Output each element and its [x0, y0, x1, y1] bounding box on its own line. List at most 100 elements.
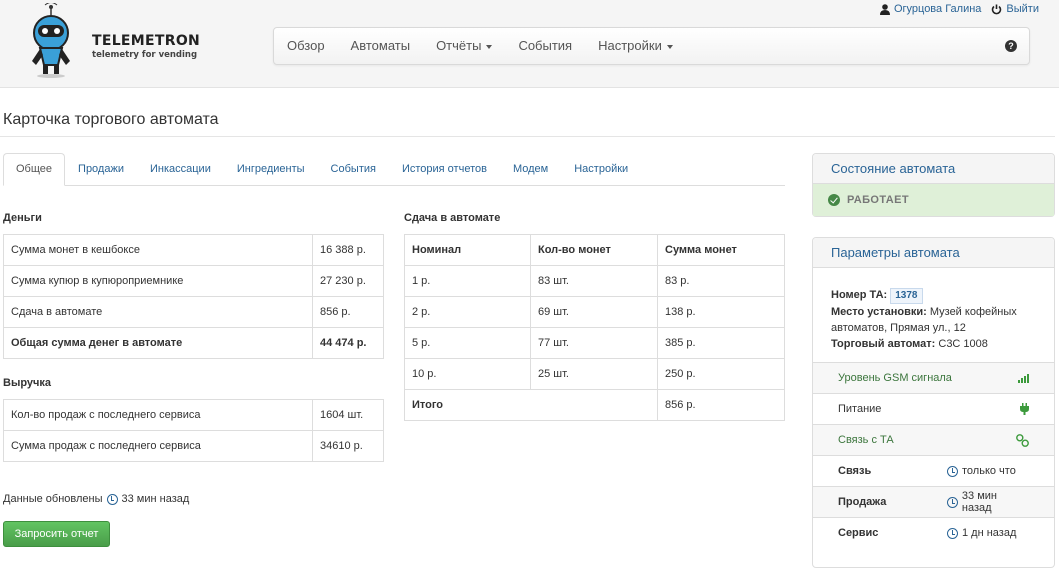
table-cell: 5 р.: [404, 327, 531, 359]
tab-modem[interactable]: Модем: [500, 153, 561, 185]
power-plug-icon: [1020, 403, 1029, 415]
money-table: Сумма монет в кешбоксе 16 388 р. Сумма ку…: [3, 234, 384, 359]
col-header-count: Кол-во монет: [530, 234, 658, 266]
telemetron-logo[interactable]: TELEMETRON telemetry for vending: [30, 2, 200, 83]
nav-machines-label: Автоматы: [350, 38, 411, 53]
status-text: РАБОТАЕТ: [847, 194, 910, 206]
time-connection-value: только что: [962, 465, 1016, 477]
status-panel-title: Состояние автомата: [813, 154, 1054, 184]
clock-icon: [106, 493, 118, 505]
logout-link[interactable]: Выйти: [991, 3, 1039, 15]
tab-bar: Общее Продажи Инкассации Ингредиенты Соб…: [3, 153, 785, 186]
main-navbar: Обзор Автоматы Отчёты События Настройки …: [273, 27, 1030, 65]
revenue-title: Выручка: [3, 377, 52, 389]
nav-machines[interactable]: Автоматы: [338, 28, 424, 64]
change-total-value: 856 р.: [657, 389, 785, 421]
table-row: Сумма монет в кешбоксе 16 388 р.: [3, 234, 384, 266]
table-row: 1 р. 83 шт. 83 р.: [404, 265, 785, 297]
change-total-label: Итого: [404, 389, 658, 421]
user-bar: Огурцова Галина Выйти: [879, 3, 1039, 15]
machine-number-badge[interactable]: 1378: [890, 288, 923, 304]
table-total-row: Итого 856 р.: [404, 389, 785, 421]
clock-icon: [947, 527, 958, 539]
request-report-button[interactable]: Запросить отчет: [3, 521, 110, 547]
user-icon: [879, 3, 890, 15]
indicator-power: Питание: [813, 393, 1054, 424]
money-label-0: Сумма монет в кешбоксе: [3, 234, 313, 266]
tab-events[interactable]: События: [318, 153, 389, 185]
table-cell: 250 р.: [657, 358, 785, 390]
table-cell: 77 шт.: [530, 327, 658, 359]
data-updated-info: Данные обновлены 33 мин назад: [3, 493, 189, 505]
nav-settings-label: Настройки: [598, 38, 662, 53]
caret-down-icon: [666, 44, 673, 49]
brand-title: TELEMETRON: [92, 33, 201, 49]
indicator-link: Связь с ТА: [813, 424, 1054, 455]
tab-sales[interactable]: Продажи: [65, 153, 137, 185]
time-connection: Связь только что: [813, 455, 1054, 486]
table-cell: 25 шт.: [530, 358, 658, 390]
table-row: Сумма купюр в купюроприемнике 27 230 р.: [3, 265, 384, 297]
table-cell: 138 р.: [657, 296, 785, 328]
money-value-0: 16 388 р.: [312, 234, 384, 266]
money-total-value: 44 474 р.: [312, 327, 384, 359]
money-total-label: Общая сумма денег в автомате: [3, 327, 313, 359]
time-service-label: Сервис: [838, 527, 879, 539]
nav-events[interactable]: События: [505, 28, 585, 64]
money-value-2: 856 р.: [312, 296, 384, 328]
indicator-gsm: Уровень GSM сигнала: [813, 362, 1054, 393]
table-row: Сдача в автомате 856 р.: [3, 296, 384, 328]
updated-time: 33 мин назад: [121, 493, 190, 505]
brand-subtitle: telemetry for vending: [92, 50, 198, 60]
tab-ingredients[interactable]: Ингредиенты: [224, 153, 318, 185]
indicator-link-label: Связь с ТА: [838, 434, 894, 446]
params-panel-title: Параметры автомата: [813, 238, 1054, 268]
col-header-sum: Сумма монет: [657, 234, 785, 266]
revenue-label-1: Сумма продаж с последнего сервиса: [3, 430, 313, 462]
revenue-value-0: 1604 шт.: [312, 399, 384, 431]
status-badge: РАБОТАЕТ: [813, 184, 1054, 216]
caret-down-icon: [486, 44, 493, 49]
table-row: Кол-во продаж с последнего сервиса 1604 ш…: [3, 399, 384, 431]
tab-settings[interactable]: Настройки: [561, 153, 641, 185]
time-service-value: 1 дн назад: [962, 527, 1017, 539]
nav-overview-label: Обзор: [287, 38, 325, 53]
machine-model-label: Торговый автомат:: [831, 338, 936, 350]
tab-general[interactable]: Общее: [3, 153, 66, 186]
money-value-1: 27 230 р.: [312, 265, 384, 297]
params-panel: Параметры автомата Номер ТА: 1378 Место …: [812, 237, 1055, 568]
money-label-1: Сумма купюр в купюроприемнике: [3, 265, 313, 297]
table-row: 2 р. 69 шт. 138 р.: [404, 296, 785, 328]
time-connection-label: Связь: [838, 465, 872, 477]
indicator-list: Уровень GSM сигнала Питание Связь с ТА С…: [813, 362, 1054, 548]
table-cell: 1 р.: [404, 265, 531, 297]
clock-icon: [947, 496, 958, 508]
help-icon[interactable]: ?: [1005, 40, 1017, 52]
nav-events-label: События: [518, 38, 573, 53]
updated-label: Данные обновлены: [3, 493, 103, 505]
change-title: Сдача в автомате: [404, 212, 501, 224]
table-header-row: Номинал Кол-во монет Сумма монет: [404, 234, 785, 266]
table-cell: 83 шт.: [530, 265, 658, 297]
header: TELEMETRON telemetry for vending Огурцов…: [0, 0, 1059, 88]
tab-collections[interactable]: Инкассации: [137, 153, 224, 185]
table-row: Сумма продаж с последнего сервиса 34610 р…: [3, 430, 384, 462]
table-cell: 385 р.: [657, 327, 785, 359]
machine-model-value: C3C 1008: [938, 338, 988, 350]
tab-report-history[interactable]: История отчетов: [389, 153, 500, 185]
check-circle-icon: [828, 194, 840, 206]
revenue-table: Кол-во продаж с последнего сервиса 1604 ш…: [3, 399, 384, 462]
col-header-nominal: Номинал: [404, 234, 531, 266]
location-label: Место установки:: [831, 306, 927, 318]
nav-reports[interactable]: Отчёты: [423, 28, 505, 64]
table-cell: 10 р.: [404, 358, 531, 390]
user-name: Огурцова Галина: [893, 3, 982, 15]
time-sale-label: Продажа: [838, 496, 887, 508]
link-icon: [1016, 433, 1029, 447]
status-panel: Состояние автомата РАБОТАЕТ: [812, 153, 1055, 217]
nav-overview[interactable]: Обзор: [274, 28, 338, 64]
robot-mascot-icon: [32, 2, 70, 78]
user-profile-link[interactable]: Огурцова Галина: [879, 3, 982, 15]
nav-settings[interactable]: Настройки: [585, 28, 686, 64]
money-label-2: Сдача в автомате: [3, 296, 313, 328]
